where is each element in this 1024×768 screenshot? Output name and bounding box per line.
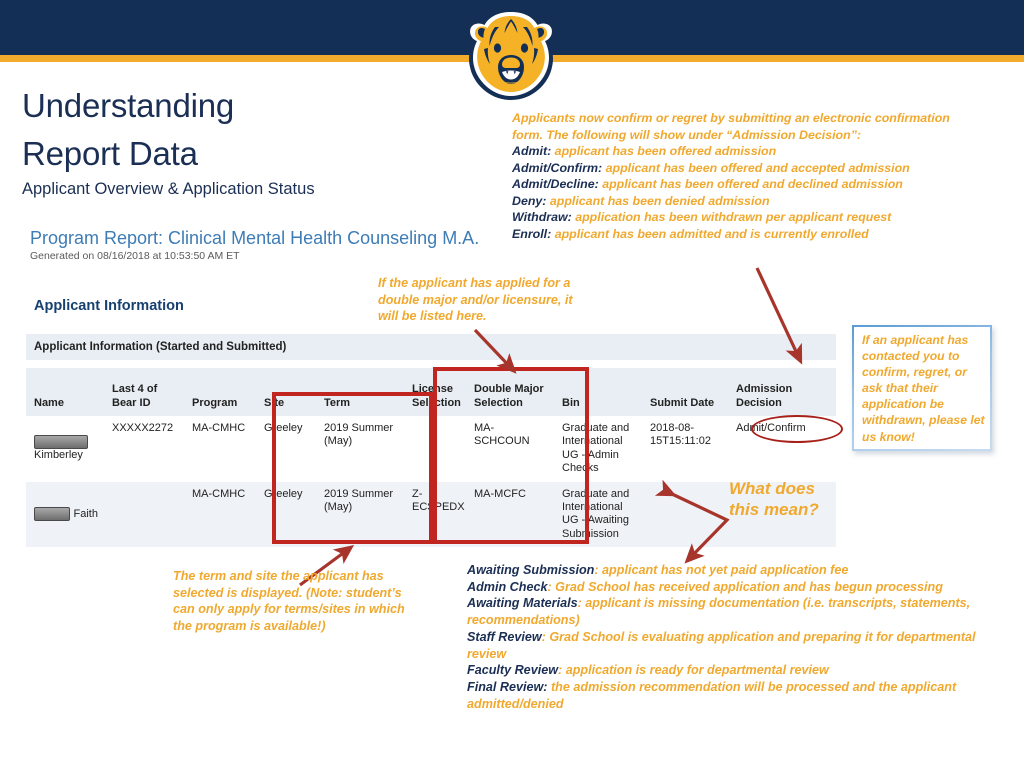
bin-label-faculty-review: Faculty Review: [467, 663, 558, 678]
redaction-bar: [34, 435, 88, 450]
bin-label-staff-review: Staff Review: [467, 629, 542, 644]
applicant-first-name: Kimberley: [34, 449, 83, 462]
bin-text-faculty-review: : application is ready for departmental …: [558, 663, 829, 678]
annotation-what-does-this-mean: What does this mean?: [729, 479, 819, 520]
decision-text-withdraw: application has been withdrawn per appli…: [571, 210, 892, 224]
cell-bear-id: XXXXX2272: [112, 422, 174, 434]
bin-label-awaiting-submission: Awaiting Submission: [467, 563, 595, 577]
bin-text-awaiting-submission: : applicant has not yet paid application…: [594, 563, 849, 577]
annotation-admission-decisions: Applicants now confirm or regret by subm…: [512, 110, 982, 242]
col-header-name: Name: [34, 396, 64, 409]
cell-name: Kimberley: [26, 416, 104, 482]
decision-text-deny: applicant has been denied admission: [546, 193, 770, 208]
highlight-box-license-double-major: [433, 367, 589, 544]
decision-text-admit-decline: applicant has been offered and declined …: [598, 177, 903, 191]
cell-program: MA-CMHC: [192, 487, 246, 500]
cell-submit-date: 2018-08-15T15:11:02: [650, 422, 711, 448]
page-title-line2: Report Data: [22, 135, 198, 172]
decision-text-admit: applicant has been offered admission: [551, 144, 777, 158]
page-subtitle: Applicant Overview & Application Status: [22, 180, 315, 198]
col-header-bear-id: Last 4 of Bear ID: [112, 383, 158, 409]
decision-label-admit-confirm: Admit/Confirm:: [512, 160, 603, 175]
bin-label-admin-check: Admin Check: [467, 579, 548, 594]
col-header-decision: Admission Decision: [736, 383, 793, 409]
highlight-box-site-term: [272, 392, 433, 544]
applicant-first-name: Faith: [73, 507, 98, 520]
annotation-decisions-intro: Applicants now confirm or regret by subm…: [512, 111, 950, 142]
cell-name: Faith: [26, 482, 104, 548]
annotation-bin-definitions: Awaiting Submission: applicant has not y…: [467, 562, 987, 713]
highlight-ellipse-admission-decision: [751, 415, 843, 443]
cell-submit-date: [642, 482, 728, 548]
decision-text-enroll: applicant has been admitted and is curre…: [551, 226, 869, 241]
col-header-submit-date: Submit Date: [650, 396, 715, 409]
callout-box-contact-us: If an applicant has contacted you to con…: [852, 325, 992, 451]
page-title: Understanding Report Data: [22, 82, 492, 178]
decision-label-withdraw: Withdraw:: [512, 210, 572, 224]
table-title-gap: [26, 360, 836, 368]
table-title-bar: Applicant Information (Started and Submi…: [26, 334, 836, 360]
annotation-term-site: The term and site the applicant has sele…: [173, 569, 405, 634]
decision-text-admit-confirm: applicant has been offered and accepted …: [602, 160, 910, 175]
cell-bear-id: [104, 482, 184, 548]
col-header-program: Program: [192, 396, 238, 409]
decision-label-enroll: Enroll:: [512, 226, 552, 241]
report-generated-timestamp: Generated on 08/16/2018 at 10:53:50 AM E…: [30, 250, 240, 262]
bin-text-staff-review: : Grad School is evaluating application …: [467, 629, 976, 661]
annotation-double-major: If the applicant has applied for a doubl…: [378, 276, 573, 324]
decision-label-admit-decline: Admit/Decline:: [512, 177, 599, 191]
decision-label-deny: Deny:: [512, 193, 547, 208]
callout-text: If an applicant has contacted you to con…: [862, 333, 985, 444]
slide: Understanding Report Data Applicant Over…: [0, 0, 1024, 768]
bin-label-final-review: Final Review:: [467, 680, 548, 695]
redaction-bar: [34, 507, 70, 522]
page-title-line1: Understanding: [22, 87, 235, 124]
bin-label-awaiting-materials: Awaiting Materials: [467, 596, 578, 611]
program-report-heading: Program Report: Clinical Mental Health C…: [30, 228, 480, 248]
applicant-information-heading: Applicant Information: [34, 298, 184, 314]
cell-program: MA-CMHC: [192, 422, 246, 434]
decision-label-admit: Admit:: [512, 144, 552, 158]
bin-text-admin-check: : Grad School has received application a…: [547, 579, 943, 594]
